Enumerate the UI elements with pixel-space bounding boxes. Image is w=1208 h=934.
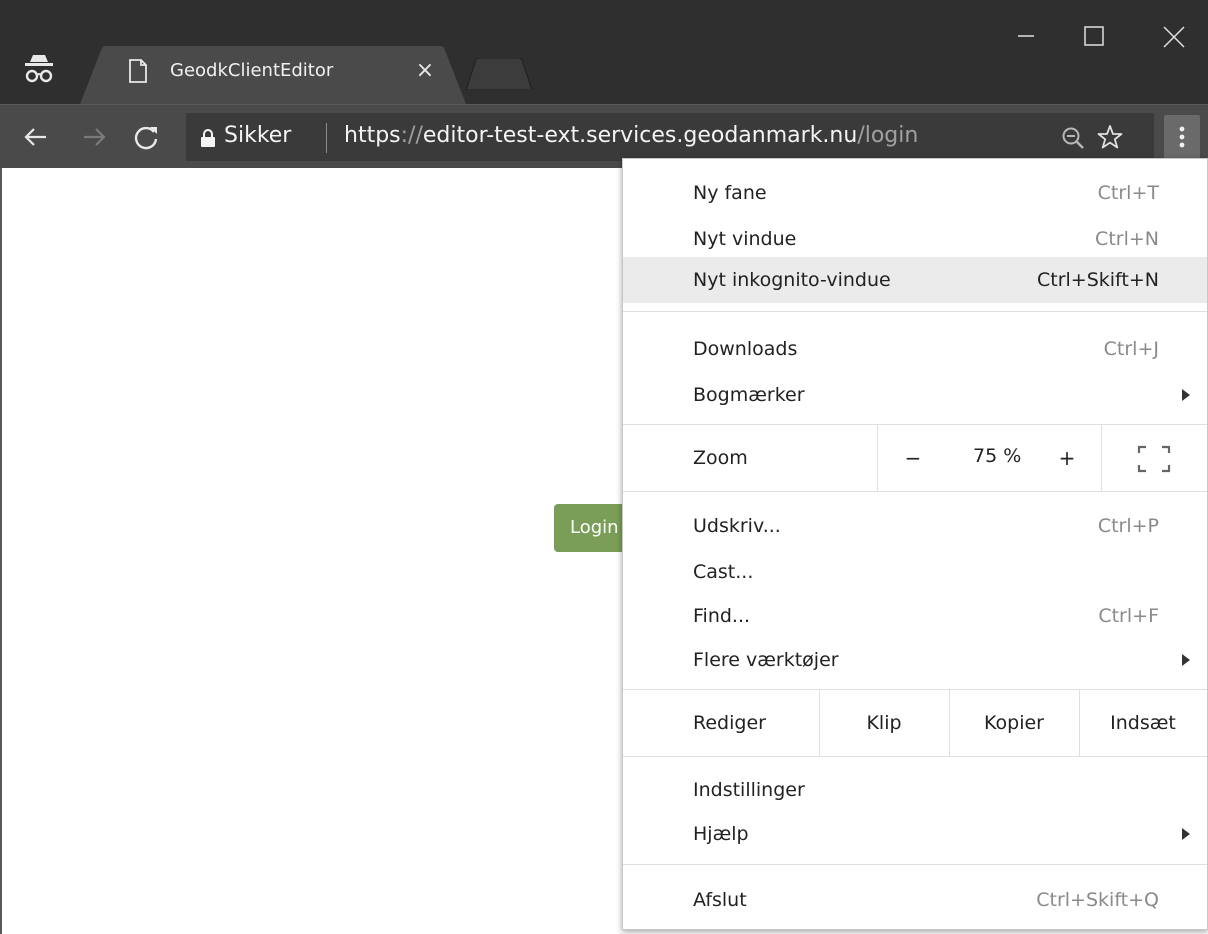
menu-item-print[interactable]: Udskriv... Ctrl+P (623, 503, 1207, 549)
menu-item-find[interactable]: Find... Ctrl+F (623, 593, 1207, 639)
url-text[interactable]: https://editor-test-ext.services.geodanm… (344, 123, 918, 148)
tab-strip: GeodkClientEditor × (0, 0, 1208, 104)
menu-item-shortcut: Ctrl+T (1097, 182, 1159, 204)
menu-item-label: Indstillinger (693, 779, 805, 801)
menu-item-label: Downloads (693, 338, 798, 360)
zoom-divider (1101, 425, 1102, 491)
triangle-right-icon (1182, 389, 1190, 401)
menu-item-exit[interactable]: Afslut Ctrl+Skift+Q (623, 877, 1207, 923)
url-scheme: https (344, 123, 401, 148)
menu-item-more-tools[interactable]: Flere værktøjer (623, 637, 1207, 683)
url-path: /login (857, 123, 919, 148)
incognito-icon (25, 55, 53, 83)
address-bar[interactable]: Sikker https://editor-test-ext.services.… (186, 113, 1154, 161)
menu-item-label: Afslut (693, 889, 747, 911)
copy-button[interactable]: Kopier (949, 690, 1079, 756)
menu-edit-row: Rediger Klip Kopier Indsæt (623, 690, 1207, 756)
menu-item-label: Find... (693, 605, 751, 627)
edit-label: Rediger (693, 712, 766, 734)
menu-item-label: Bogmærker (693, 384, 805, 406)
zoom-label: Zoom (693, 447, 748, 469)
menu-item-label: Nyt inkognito-vindue (693, 269, 891, 291)
menu-separator (623, 756, 1207, 757)
menu-item-cast[interactable]: Cast... (623, 549, 1207, 595)
tab-close-icon[interactable]: × (412, 58, 438, 84)
reload-icon[interactable] (128, 119, 164, 155)
zoom-in-button[interactable]: + (1047, 443, 1087, 473)
menu-item-shortcut: Ctrl+Skift+Q (1036, 889, 1159, 911)
vertical-dots-icon (1179, 126, 1185, 148)
url-separator: :// (400, 123, 423, 148)
lock-icon (201, 129, 215, 147)
window-close-icon[interactable] (1146, 8, 1202, 52)
browser-tab[interactable]: GeodkClientEditor × (80, 46, 466, 104)
zoom-divider (877, 425, 878, 491)
browser-menu: Ny fane Ctrl+T Nyt vindue Ctrl+N Nyt ink… (622, 158, 1208, 930)
menu-zoom-row: Zoom − 75 % + (623, 425, 1207, 491)
omnibox-divider (326, 123, 327, 153)
menu-separator (623, 491, 1207, 492)
menu-item-shortcut: Ctrl+Skift+N (1036, 269, 1159, 291)
menu-item-new-incognito-window[interactable]: Nyt inkognito-vindue Ctrl+Skift+N (623, 257, 1207, 303)
menu-item-label: Nyt vindue (693, 228, 797, 250)
fullscreen-icon[interactable] (1137, 445, 1171, 473)
tab-title: GeodkClientEditor (170, 60, 334, 81)
menu-item-shortcut: Ctrl+J (1103, 338, 1159, 360)
menu-item-shortcut: Ctrl+F (1098, 605, 1159, 627)
arrow-right-icon[interactable] (76, 119, 112, 155)
zoom-out-icon[interactable] (1060, 125, 1086, 151)
paste-button[interactable]: Indsæt (1079, 690, 1207, 756)
menu-separator (623, 864, 1207, 865)
menu-item-label: Ny fane (693, 182, 767, 204)
maximize-icon[interactable] (1066, 8, 1122, 52)
menu-item-label: Flere værktøjer (693, 649, 839, 671)
star-icon[interactable] (1096, 123, 1124, 151)
zoom-out-button[interactable]: − (893, 443, 933, 473)
triangle-right-icon (1182, 654, 1190, 666)
triangle-right-icon (1182, 828, 1190, 840)
menu-item-shortcut: Ctrl+N (1095, 228, 1159, 250)
menu-item-bookmarks[interactable]: Bogmærker (623, 372, 1207, 418)
menu-item-shortcut: Ctrl+P (1097, 515, 1159, 537)
menu-item-label: Cast... (693, 561, 754, 583)
browser-menu-button[interactable] (1164, 115, 1200, 159)
new-tab-button[interactable] (466, 58, 532, 90)
arrow-left-icon[interactable] (18, 119, 54, 155)
menu-item-help[interactable]: Hjælp (623, 811, 1207, 857)
cut-button[interactable]: Klip (819, 690, 949, 756)
minimize-icon[interactable] (998, 8, 1054, 52)
zoom-level: 75 % (973, 445, 1022, 467)
menu-item-settings[interactable]: Indstillinger (623, 767, 1207, 813)
menu-item-new-window[interactable]: Nyt vindue Ctrl+N (623, 216, 1207, 262)
url-host: editor-test-ext.services.geodanmark.nu (422, 123, 858, 148)
menu-item-label: Hjælp (693, 823, 749, 845)
menu-separator (623, 311, 1207, 312)
menu-item-label: Udskriv... (693, 515, 781, 537)
page-icon (129, 59, 147, 83)
menu-item-new-tab[interactable]: Ny fane Ctrl+T (623, 170, 1207, 216)
secure-label[interactable]: Sikker (224, 123, 291, 148)
menu-item-downloads[interactable]: Downloads Ctrl+J (623, 326, 1207, 372)
